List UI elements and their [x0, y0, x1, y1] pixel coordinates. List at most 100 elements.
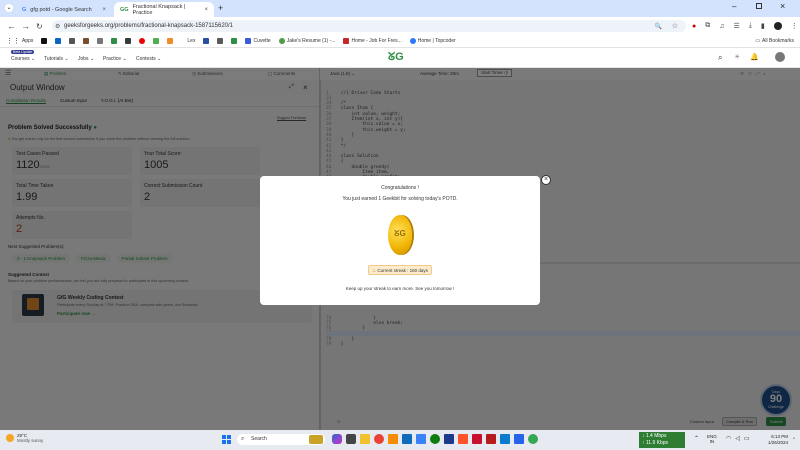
- bookmark-icon-10[interactable]: [167, 38, 174, 44]
- bookmark-icon-3[interactable]: [69, 38, 76, 44]
- all-bookmarks[interactable]: ▭ All Bookmarks: [755, 38, 794, 44]
- google-icon: G: [22, 6, 27, 13]
- nav-practice[interactable]: Practice ⌄: [103, 56, 127, 62]
- nav-contests[interactable]: Contests ⌄: [136, 56, 161, 62]
- acrobat-icon[interactable]: [472, 434, 482, 444]
- clock[interactable]: 6:13 PM 1/26/2024: [760, 434, 788, 445]
- x-icon[interactable]: [41, 38, 48, 44]
- youtube-icon[interactable]: [139, 38, 146, 44]
- nav-label: Practice: [103, 56, 122, 62]
- search-icon[interactable]: ⌕: [718, 53, 722, 63]
- menu-dots-icon[interactable]: ⋮: [791, 22, 798, 30]
- bookmark-star-icon[interactable]: ☆: [672, 22, 678, 30]
- bookmark-label: Lex: [187, 38, 196, 44]
- bookmark-icon-11[interactable]: [203, 38, 210, 44]
- bookmark-topcoder[interactable]: Home | Topcoder: [409, 38, 456, 44]
- modal-message: You just earned 1 Geekbit for solving to…: [342, 196, 458, 202]
- bookmark-cuvette[interactable]: Cuvette: [245, 38, 271, 44]
- bookmark-jobs[interactable]: Home - Job For Fres...: [343, 38, 402, 44]
- tab-label: Fractional Knapsack | Practice: [132, 3, 186, 16]
- bookmark-icon-4[interactable]: [83, 38, 90, 44]
- notification-icon[interactable]: 🔔: [750, 53, 759, 61]
- site-info-icon[interactable]: ⚙: [55, 23, 60, 30]
- battery-icon: ▭: [743, 436, 750, 442]
- bookmark-lex[interactable]: Lex: [187, 38, 195, 44]
- task-view-icon[interactable]: [346, 434, 356, 444]
- nav-label: Contests: [136, 56, 156, 62]
- brave-icon[interactable]: [458, 434, 468, 444]
- site-header: Beta Update Courses ⌄ Tutorials ⌄ Jobs ⌄…: [0, 48, 800, 68]
- pdf-icon[interactable]: [486, 434, 496, 444]
- gfg-bookmark-icon[interactable]: [111, 38, 118, 44]
- vscode-icon[interactable]: [500, 434, 510, 444]
- reload-icon[interactable]: ↻: [36, 22, 43, 31]
- close-modal-button[interactable]: ×: [541, 175, 551, 185]
- extension-icon[interactable]: ●: [692, 23, 696, 30]
- bookmark-resume[interactable]: Jake's Resume (1) -...: [278, 38, 336, 44]
- language-indicator[interactable]: ENG IN: [707, 434, 717, 444]
- apps-grid-icon: ⋮⋮: [6, 38, 20, 45]
- streak-icon[interactable]: ☀: [734, 53, 740, 61]
- bookmark-icon-13[interactable]: [231, 38, 238, 44]
- new-tab-icon[interactable]: +: [218, 3, 223, 13]
- nav-courses[interactable]: Courses ⌄: [11, 56, 35, 62]
- nav-jobs[interactable]: Jobs ⌄: [78, 56, 94, 62]
- close-tab-icon[interactable]: ×: [204, 7, 208, 13]
- bookmark-label: Home | Topcoder: [417, 38, 456, 44]
- close-window-icon[interactable]: ×: [780, 1, 785, 11]
- fire-icon: ♨: [372, 268, 377, 273]
- sidepanel-icon[interactable]: ▮: [761, 22, 765, 30]
- zoom-icon[interactable]: 🔍: [655, 23, 662, 30]
- notifications-icon[interactable]: ◔: [792, 436, 795, 442]
- weather-widget[interactable]: 29°C Mostly sunny: [6, 433, 43, 443]
- download-icon[interactable]: ⤓: [749, 22, 752, 30]
- network-speed-widget[interactable]: ↓ 1.4 Mbps ↑ 11.9 Kbps: [639, 432, 685, 448]
- nav-tutorials[interactable]: Tutorials ⌄: [44, 56, 69, 62]
- copilot-icon[interactable]: [332, 434, 342, 444]
- media-icon[interactable]: ♫: [719, 23, 724, 30]
- bookmark-icon-5[interactable]: [97, 38, 104, 44]
- nav-label: Jobs: [78, 56, 89, 62]
- taskbar-search[interactable]: ⌕ Search: [237, 434, 325, 445]
- back-icon[interactable]: ←: [7, 21, 16, 31]
- search-placeholder: Search: [251, 436, 267, 442]
- profile-icon[interactable]: [773, 22, 782, 30]
- calculator-icon[interactable]: [514, 434, 524, 444]
- start-button[interactable]: [222, 435, 231, 444]
- clock-date: 1/26/2024: [767, 439, 788, 445]
- mail-icon[interactable]: [402, 434, 412, 444]
- bookmark-icon-12[interactable]: [217, 38, 224, 44]
- folder-icon: ▭: [755, 38, 761, 44]
- maximize-icon[interactable]: [756, 3, 762, 9]
- bookmark-label: Cuvette: [253, 38, 271, 44]
- file-explorer-icon[interactable]: [360, 434, 370, 444]
- bookmark-icon-9[interactable]: [153, 38, 160, 44]
- bookmark-label: Jake's Resume (1) -...: [286, 38, 336, 44]
- net-up: ↑ 11.9 Kbps: [642, 439, 669, 446]
- bookmark-icon-7[interactable]: [125, 38, 132, 44]
- lang-secondary: IN: [709, 439, 715, 444]
- url-input[interactable]: ⚙ geeksforgeeks.org/problems/fractional-…: [52, 20, 686, 32]
- reading-icon[interactable]: ☰: [733, 22, 739, 30]
- tab-google-search[interactable]: G gfg potd - Google Search ×: [16, 2, 112, 17]
- tray-chevron-icon[interactable]: ⌃: [694, 435, 699, 442]
- chrome-active-icon[interactable]: [528, 434, 538, 444]
- tab-search-icon[interactable]: ⌄: [5, 4, 13, 12]
- minimize-icon[interactable]: –: [732, 2, 736, 11]
- tray-icons[interactable]: ◠ ◁ ▭: [726, 435, 750, 442]
- nav-label: Courses: [11, 56, 30, 62]
- linkedin-icon[interactable]: [55, 38, 62, 44]
- forward-icon[interactable]: →: [21, 21, 30, 31]
- store-icon[interactable]: [416, 434, 426, 444]
- vlc-icon[interactable]: [388, 434, 398, 444]
- cuvette-icon: [245, 38, 252, 44]
- user-avatar[interactable]: [775, 52, 785, 62]
- close-tab-icon[interactable]: ×: [102, 7, 106, 13]
- tab-fractional-knapsack[interactable]: GG Fractional Knapsack | Practice ×: [114, 2, 214, 17]
- xbox-icon[interactable]: [430, 434, 440, 444]
- gfg-logo[interactable]: ᘜG: [388, 51, 404, 64]
- bookmark-apps[interactable]: ⋮⋮ Apps: [6, 37, 33, 45]
- chrome-app-icon[interactable]: [374, 434, 384, 444]
- game-icon[interactable]: [444, 434, 454, 444]
- puzzle-icon[interactable]: ⧉: [705, 22, 710, 30]
